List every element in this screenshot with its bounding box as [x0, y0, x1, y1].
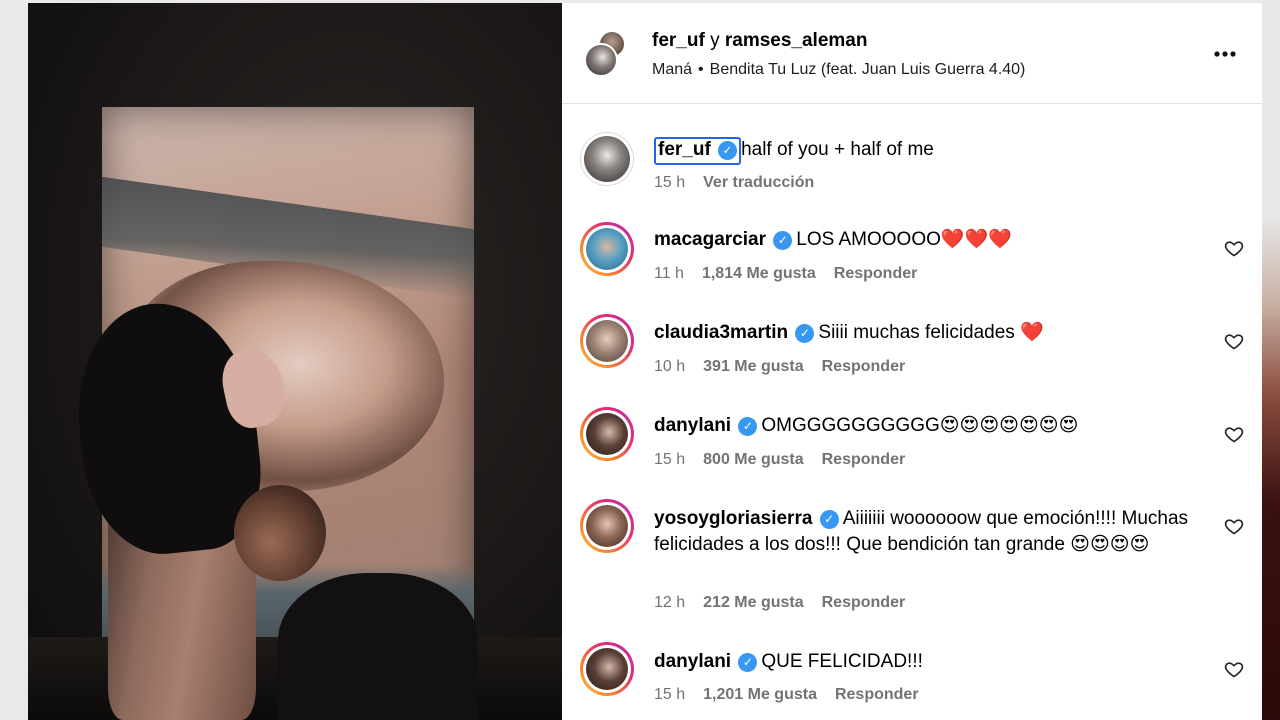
username-link[interactable]: ramses_aleman — [725, 30, 868, 51]
comment-username[interactable]: claudia3martin ✓ — [654, 322, 815, 343]
comment-time[interactable]: 10 h — [654, 358, 685, 375]
music-info[interactable]: Maná • Bendita Tu Luz (feat. Juan Luis Gue… — [652, 59, 1025, 81]
comment-text: QUE FELICIDAD!!! — [761, 651, 923, 672]
comment-time[interactable]: 12 h — [654, 594, 685, 611]
comment-text: LOS AMOOOOO❤️❤️❤️ — [796, 229, 1012, 250]
music-song: Bendita Tu Luz (feat. Juan Luis Guerra 4… — [709, 61, 1026, 78]
reply-button[interactable]: Responder — [822, 358, 906, 375]
verified-badge-icon: ✓ — [795, 324, 815, 343]
comment-username[interactable]: danylani ✓ — [654, 415, 758, 436]
post-photo[interactable] — [28, 3, 562, 720]
like-comment-button[interactable] — [1224, 659, 1244, 679]
heart-outline-icon — [1224, 241, 1244, 257]
comment-body: danylani ✓ QUE FELICIDAD!!! — [654, 649, 1214, 675]
commenter-avatar[interactable] — [580, 499, 634, 553]
backdrop-right — [1262, 0, 1280, 720]
post-details-panel: fer_uf y ramses_aleman Maná • Bendita Tu L… — [562, 3, 1262, 720]
verified-badge-icon: ✓ — [718, 141, 738, 160]
heart-outline-icon — [1224, 427, 1244, 443]
heart-outline-icon — [1224, 334, 1244, 350]
music-artist: Maná — [652, 61, 693, 78]
heart-outline-icon — [1224, 662, 1244, 678]
verified-badge-icon: ✓ — [738, 653, 758, 672]
reply-button[interactable]: Responder — [822, 451, 906, 468]
avatar — [584, 43, 618, 77]
comment-username[interactable]: danylani ✓ — [654, 651, 758, 672]
comment-meta: 10 h 391 Me gusta Responder — [654, 357, 905, 377]
verified-badge-icon: ✓ — [819, 510, 839, 529]
more-horizontal-icon — [1214, 51, 1236, 57]
username-joiner: y — [710, 30, 720, 51]
comment-username[interactable]: macagarciar ✓ — [654, 229, 793, 250]
collab-avatars[interactable] — [584, 30, 630, 77]
man-silhouette — [278, 573, 478, 720]
comment-body: danylani ✓ OMGGGGGGGGGG😍😍😍😍😍😍😍 — [654, 413, 1214, 439]
comment-text: OMGGGGGGGGGG😍😍😍😍😍😍😍 — [761, 415, 1079, 436]
heart-outline-icon — [1224, 519, 1244, 535]
man-head — [234, 485, 326, 581]
caption-avatar[interactable] — [580, 132, 634, 186]
like-comment-button[interactable] — [1224, 238, 1244, 258]
caption-time[interactable]: 15 h — [654, 174, 685, 191]
more-options-button[interactable] — [1212, 43, 1238, 65]
comment-likes[interactable]: 391 Me gusta — [703, 358, 803, 375]
backdrop-left — [0, 0, 28, 720]
see-translation-button[interactable]: Ver traducción — [703, 174, 814, 191]
comment-meta: 15 h 1,201 Me gusta Responder — [654, 685, 919, 705]
comment-time[interactable]: 15 h — [654, 686, 685, 703]
reply-button[interactable]: Responder — [835, 686, 919, 703]
reply-button[interactable]: Responder — [822, 594, 906, 611]
comment-meta: 11 h 1,814 Me gusta Responder — [654, 264, 917, 284]
like-comment-button[interactable] — [1224, 424, 1244, 444]
commenter-avatar[interactable] — [580, 642, 634, 696]
comment-likes[interactable]: 1,201 Me gusta — [703, 686, 817, 703]
reply-button[interactable]: Responder — [834, 265, 918, 282]
comment-time[interactable]: 15 h — [654, 451, 685, 468]
comment-username[interactable]: yosoygloriasierra ✓ — [654, 508, 839, 529]
commenter-avatar[interactable] — [580, 222, 634, 276]
caption: fer_uf ✓ half of you + half of me — [654, 137, 934, 165]
comment-body: yosoygloriasierra ✓ Aiiiiiii woooooow que… — [654, 506, 1214, 558]
comment-body: claudia3martin ✓ Siiii muchas felicidades… — [654, 320, 1214, 346]
caption-username[interactable]: fer_uf ✓ — [654, 137, 742, 165]
comment-likes[interactable]: 212 Me gusta — [703, 594, 803, 611]
caption-meta: 15 h Ver traducción — [654, 173, 814, 193]
verified-badge-icon: ✓ — [738, 417, 758, 436]
commenter-avatar[interactable] — [580, 314, 634, 368]
post-header: fer_uf y ramses_aleman Maná • Bendita Tu L… — [562, 3, 1262, 104]
comment-meta: 12 h 212 Me gusta Responder — [654, 593, 905, 613]
comment-meta: 15 h 800 Me gusta Responder — [654, 450, 905, 470]
comment-body: macagarciar ✓ LOS AMOOOOO❤️❤️❤️ — [654, 227, 1214, 253]
like-comment-button[interactable] — [1224, 331, 1244, 351]
collab-usernames: fer_uf y ramses_aleman — [652, 29, 867, 53]
verified-badge-icon: ✓ — [773, 231, 793, 250]
music-separator: • — [698, 61, 704, 78]
comment-text: Siiii muchas felicidades ❤️ — [818, 322, 1044, 343]
comment-likes[interactable]: 800 Me gusta — [703, 451, 803, 468]
username-link[interactable]: fer_uf — [652, 30, 705, 51]
comment-likes[interactable]: 1,814 Me gusta — [702, 265, 816, 282]
like-comment-button[interactable] — [1224, 516, 1244, 536]
commenter-avatar[interactable] — [580, 407, 634, 461]
caption-text: half of you + half of me — [741, 139, 934, 160]
comment-time[interactable]: 11 h — [654, 265, 684, 282]
